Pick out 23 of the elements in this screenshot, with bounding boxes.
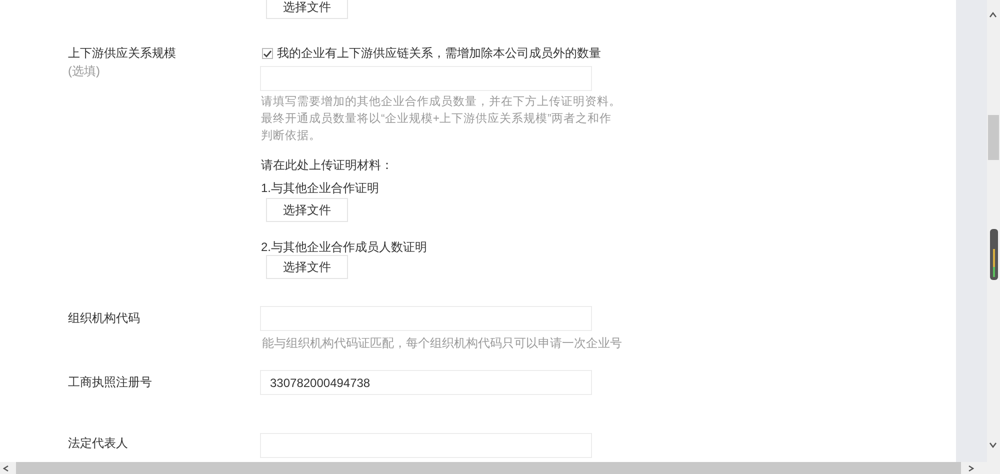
upload-prompt: 请在此处上传证明材料： xyxy=(261,157,393,174)
scroll-right-icon[interactable] xyxy=(968,465,974,472)
hint-text: 请填写需要增加的其他企业合作成员数量，并在下方上传证明资料。最终开通成员数量将以“企业规模+上下游供应关系规模”两者之和作判断依据。 xyxy=(261,94,622,144)
level-gauge-icon xyxy=(990,229,998,280)
upload-label: 2.与其他企业合作成员人数证明 xyxy=(261,239,428,256)
choose-file-button[interactable]: 选择文件 xyxy=(266,198,348,222)
scroll-thumb[interactable] xyxy=(988,115,999,160)
field-label: 上下游供应关系规模 xyxy=(68,45,176,62)
field-label: 工商执照注册号 xyxy=(68,374,152,391)
checkbox[interactable] xyxy=(262,48,273,59)
choose-file-button[interactable]: 选择文件 xyxy=(266,0,348,19)
optional-note: (选填) xyxy=(68,63,100,80)
input-field[interactable]: 330782000494738 xyxy=(260,370,592,395)
scroll-left-icon[interactable] xyxy=(3,465,9,472)
scroll-up-icon[interactable] xyxy=(989,12,997,18)
scroll-down-icon[interactable] xyxy=(989,442,997,448)
checkbox-label: 我的企业有上下游供应链关系，需增加除本公司成员外的数量 xyxy=(277,45,601,62)
upload-label: 1.与其他企业合作证明 xyxy=(261,180,380,197)
hint-text: 能与组织机构代码证匹配，每个组织机构代码只可以申请一次企业号 xyxy=(262,335,622,352)
vertical-scrollbar[interactable] xyxy=(987,0,1000,462)
field-label: 法定代表人 xyxy=(68,435,128,452)
choose-file-button[interactable]: 选择文件 xyxy=(266,255,348,279)
field-label: 组织机构代码 xyxy=(68,310,140,327)
